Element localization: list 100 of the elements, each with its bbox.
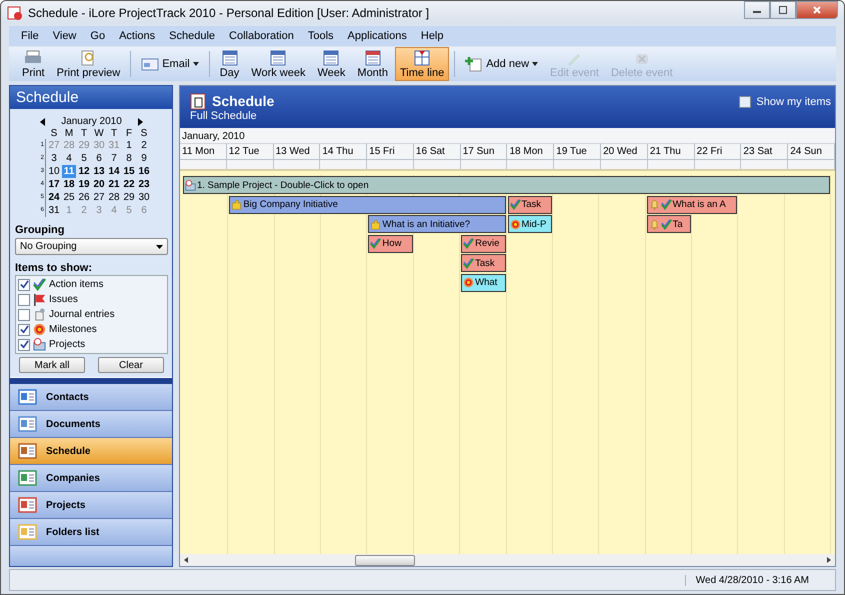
nav-item[interactable]: Documents [10,411,172,438]
checkmark-icon [463,258,474,268]
previous-month-button[interactable] [40,118,46,126]
checkmark-icon [463,238,474,249]
menu-item[interactable]: Actions [119,30,156,42]
next-month-button[interactable] [138,118,143,126]
calendar-day[interactable]: 24 [47,191,61,204]
calendar-day[interactable]: 23 [137,178,151,191]
checkmark-icon [20,280,28,289]
event-bar[interactable]: Ta [646,215,691,233]
minimize-button[interactable] [744,1,770,19]
scrollbar-thumb[interactable] [355,555,415,566]
app-icon [7,4,23,20]
calendar-icon [220,50,238,66]
maximize-button[interactable] [770,1,796,19]
nav-item[interactable]: Contacts [10,384,172,411]
panel-header: Schedule [10,86,172,109]
calendar-day[interactable]: 27 [92,191,106,204]
toolbar-button[interactable]: Day [214,47,244,81]
close-button[interactable] [796,1,838,19]
calendar-day[interactable]: 30 [137,191,151,204]
event-bar[interactable]: Task [461,254,506,272]
menu-item[interactable]: Applications [348,30,407,42]
checkbox[interactable] [18,278,30,290]
event-bar[interactable]: What [461,274,506,292]
project-icon [185,180,196,190]
toolbar-button[interactable]: Print [17,47,50,81]
calendar-day[interactable]: 1 [122,139,136,152]
event-bar[interactable]: Mid-P [508,215,552,233]
calendar-day[interactable]: 15 [122,165,136,178]
scroll-right-button[interactable] [827,557,831,563]
panel-button[interactable]: Clear [98,357,164,373]
calendar-day[interactable]: 5 [77,152,91,165]
toolbar-button[interactable]: Print preview [52,47,126,81]
checkmark-icon [510,199,520,210]
event-bar[interactable]: Big Company Initiative [229,196,506,214]
calendar-day[interactable]: 22 [122,178,136,191]
panel-button[interactable]: Mark all [19,357,85,373]
menu-item[interactable]: Go [90,30,106,42]
item-label: Action items [49,279,104,290]
calendar-day[interactable]: 14 [107,165,121,178]
calendar-day[interactable]: 2 [137,139,151,152]
checkbox[interactable] [739,96,752,108]
nav-item[interactable]: Projects [10,492,172,519]
dropdown-button[interactable]: Email [136,53,204,75]
menu-item[interactable]: Collaboration [229,30,294,42]
checkbox[interactable] [18,338,30,350]
calendar-day[interactable]: 16 [137,165,151,178]
calendar-day[interactable]: 10 [47,165,61,178]
calendar-day[interactable]: 26 [77,191,91,204]
toolbar-button[interactable]: Month [352,47,393,81]
nav-item[interactable]: Companies [10,465,172,492]
calendar-day[interactable]: 12 [77,165,91,178]
checkbox[interactable] [18,324,30,336]
event-bar[interactable]: What is an A [646,196,738,214]
checkbox[interactable] [18,294,30,306]
checkmark-icon [660,218,672,230]
calendar-day[interactable]: 18 [62,178,76,191]
event-bar[interactable]: What is an Initiative? [368,215,506,233]
calendar-day[interactable]: 25 [62,191,76,204]
menu-item[interactable]: Schedule [169,30,216,42]
calendar-day[interactable]: 21 [107,178,121,191]
target-icon [463,277,474,288]
calendar-day[interactable]: 13 [92,165,106,178]
calendar-day[interactable]: 19 [77,178,91,191]
nav-item[interactable]: Schedule [10,438,172,465]
menu-item[interactable]: View [52,30,76,42]
calendar-day[interactable]: 17 [47,178,61,191]
calendar-day[interactable]: 29 [122,191,136,204]
dropdown-button[interactable]: Add new [460,53,544,75]
toolbar-button[interactable]: Time line [394,47,450,81]
calendar-day[interactable]: 20 [92,178,106,191]
event-bar[interactable]: How [368,234,413,252]
checkmark-icon [33,278,46,291]
flag-icon [33,293,46,306]
toolbar-button[interactable]: Week [312,47,350,81]
event-bar[interactable]: Revie [461,234,506,252]
calendar-day[interactable]: 9 [137,152,151,165]
menu-item[interactable]: Help [420,30,444,42]
puzzle-icon [370,218,382,230]
calendar-day[interactable]: 28 [107,191,121,204]
calendar-day[interactable]: 3 [47,152,61,165]
checkbox[interactable] [18,308,30,320]
calendar-day[interactable]: 7 [107,152,121,165]
event-bar[interactable]: Task [508,196,552,214]
calendar-day[interactable]: 31 [47,204,61,217]
menu-item[interactable]: File [21,30,39,42]
checkmark-icon [660,199,672,210]
scroll-left-button[interactable] [184,557,188,563]
menu-item[interactable]: Tools [308,30,334,42]
toolbar-button[interactable]: Work week [246,47,310,81]
calendar-day[interactable]: 6 [92,152,106,165]
calendar-day[interactable]: 8 [122,152,136,165]
nav-item[interactable]: Folders list [10,519,172,546]
grouping-dropdown[interactable]: No Grouping [15,238,168,255]
event-bar[interactable]: 1. Sample Project - Double-Click to open [183,176,830,194]
view-title: Schedule [212,93,274,109]
calendar-day[interactable]: 4 [62,152,76,165]
day-header: 14 Thu [320,143,368,159]
splitter-handle[interactable] [10,377,172,384]
